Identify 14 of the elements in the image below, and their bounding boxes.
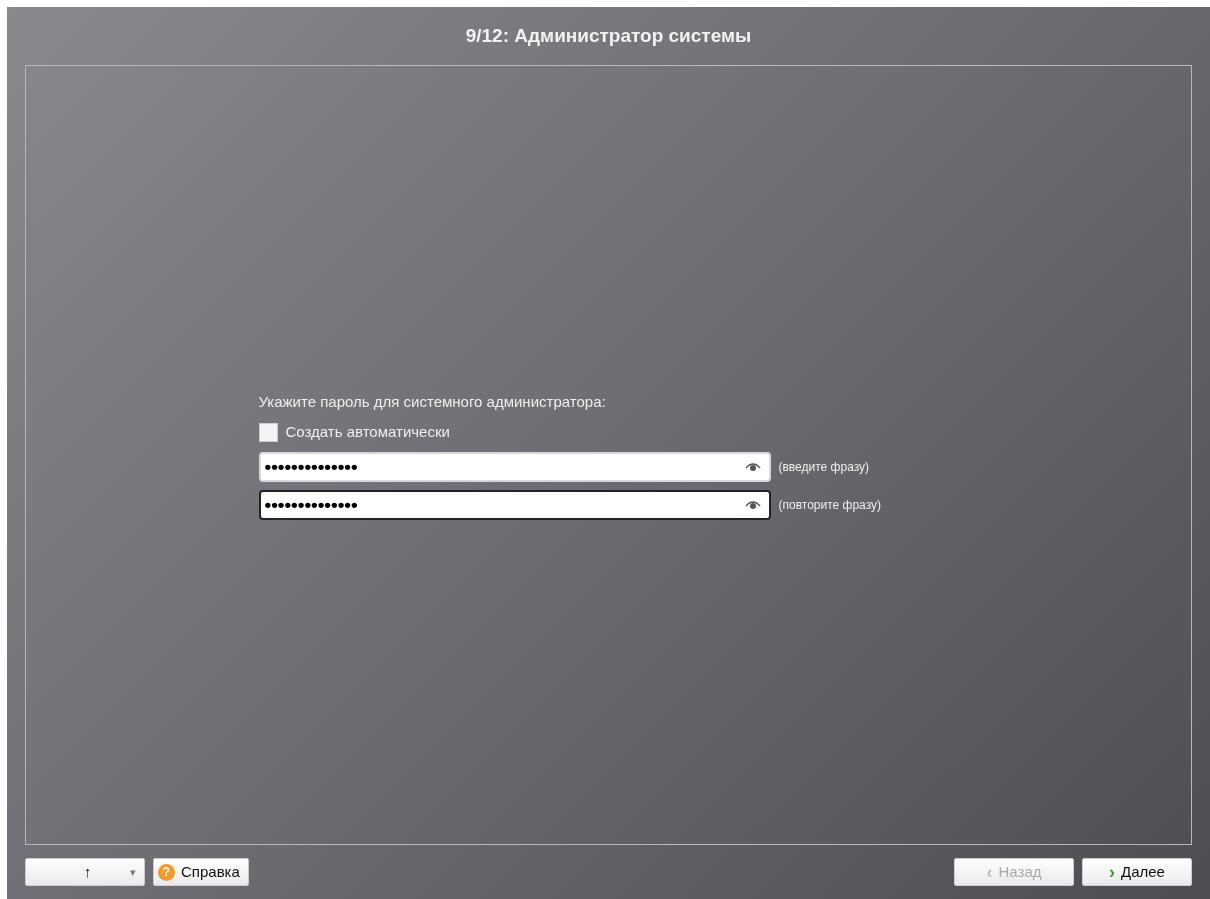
up-button[interactable]: ↑ ▾ xyxy=(25,858,145,886)
help-button[interactable]: ? Справка xyxy=(153,858,249,886)
auto-checkbox[interactable] xyxy=(258,422,278,442)
password-field[interactable]: •••••••••••••• xyxy=(258,489,771,520)
checkbox-label: Создать автоматически xyxy=(285,422,450,442)
help-icon: ? xyxy=(158,863,175,881)
prompt-text: Укажите пароль для системного администратора: xyxy=(258,391,607,412)
eye-icon[interactable] xyxy=(744,499,761,510)
window-title: 9/12: Администратор системы xyxy=(464,23,753,48)
field-hint: (повторите фразу) xyxy=(778,496,881,514)
eye-icon[interactable] xyxy=(744,461,761,472)
field-hint: (введите фразу) xyxy=(778,458,870,476)
next-button[interactable]: › Далее xyxy=(1082,858,1192,886)
password-field[interactable]: •••••••••••••• xyxy=(258,451,771,482)
